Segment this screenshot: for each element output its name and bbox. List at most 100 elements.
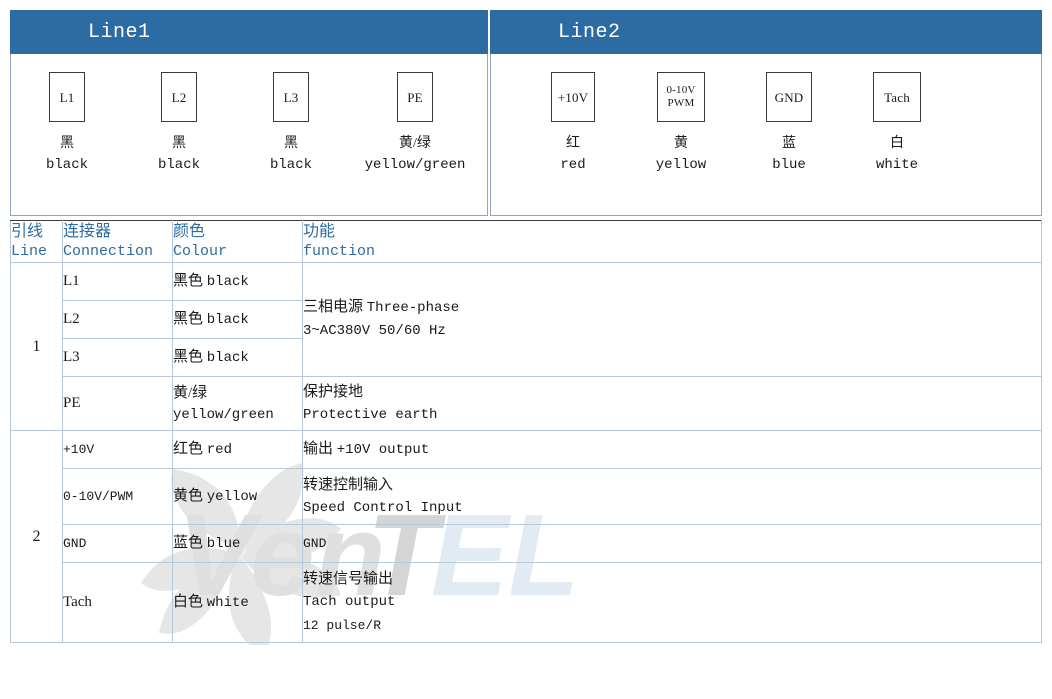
connector-l1-box-label: L1 <box>59 89 75 105</box>
cell-connection-plus10v: +10V <box>62 430 173 469</box>
connector-gnd-box: GND <box>766 72 812 122</box>
cell-colour-l2-cn: 黑色 <box>173 311 204 327</box>
connector-l1-box: L1 <box>49 72 85 122</box>
cell-connection-gnd: GND <box>62 524 173 563</box>
cell-function-gnd: GND <box>302 524 1042 563</box>
panel-line1-title: Line1 <box>88 20 151 44</box>
table-header-row: 引线 Line 连接器 Connection 颜色 Colour 功能 func… <box>10 220 1042 263</box>
panel-line1-body: L1 黑 black L2 黑 black L3 黑 black PE 黄/绿 … <box>10 54 488 216</box>
connector-gnd-colour-en: blue <box>772 157 806 173</box>
column-header-function: 功能 function <box>302 220 1042 263</box>
column-header-colour: 颜色 Colour <box>172 220 303 263</box>
cell-colour-l2: 黑色 black <box>172 300 303 339</box>
column-header-connection-en: Connection <box>63 243 154 260</box>
connector-l2-colour-cn: 黑 <box>172 136 186 151</box>
connector-l3[interactable]: L3 黑 black <box>235 72 347 174</box>
cell-colour-plus10v-cn: 红色 <box>173 441 204 457</box>
cell-colour-tach: 白色 white <box>172 562 303 643</box>
connector-plus10v-colour-cn: 红 <box>566 136 580 151</box>
connector-plus10v-box-label: +10V <box>557 89 589 105</box>
connector-gnd-box-label: GND <box>774 89 804 105</box>
cell-function-pwm-en: Speed Control Input <box>303 499 463 516</box>
panel-line2-body: +10V 红 red 0-10V PWM 黄 yellow GND 蓝 blue… <box>490 54 1042 216</box>
cell-colour-tach-cn: 白色 <box>173 594 204 610</box>
cell-connection-l3: L3 <box>62 338 173 377</box>
connector-pe[interactable]: PE 黄/绿 yellow/green <box>347 72 483 174</box>
connector-l3-colour-cn: 黑 <box>284 136 298 151</box>
connector-l1-colour-cn: 黑 <box>60 136 74 151</box>
cell-function-three-phase-cn: 三相电源 <box>303 299 364 315</box>
cell-connection-tach: Tach <box>62 562 173 643</box>
cell-connection-pwm: 0-10V/PWM <box>62 468 173 525</box>
connector-tach-colour-cn: 白 <box>890 136 904 151</box>
connector-pe-colour-en: yellow/green <box>364 157 466 173</box>
cell-function-three-phase-en: Three-phase <box>366 300 460 316</box>
cell-line-group-1: 1 <box>10 262 63 431</box>
panel-line1-header: Line1 <box>10 10 488 54</box>
panel-line2-title: Line2 <box>558 20 621 44</box>
connector-l3-box: L3 <box>273 72 309 122</box>
column-header-connection-cn: 连接器 <box>63 223 112 240</box>
column-header-line-cn: 引线 <box>11 223 44 240</box>
connector-pwm-box-label-line1: 0-10V <box>666 84 696 96</box>
column-header-function-en: function <box>303 243 376 260</box>
cell-colour-pwm-en: yellow <box>206 489 258 505</box>
connector-tach-colour-en: white <box>875 157 918 173</box>
column-header-function-cn: 功能 <box>303 223 336 240</box>
cell-line-group-2: 2 <box>10 430 63 643</box>
cell-colour-l3-en: black <box>206 350 249 366</box>
connector-pwm[interactable]: 0-10V PWM 黄 yellow <box>627 72 735 174</box>
connector-plus10v-box: +10V <box>551 72 595 122</box>
connector-l1[interactable]: L1 黑 black <box>11 72 123 174</box>
column-header-colour-cn: 颜色 <box>173 223 206 240</box>
connector-overview: Line1 L1 黑 black L2 黑 black L3 黑 black P… <box>10 10 1042 216</box>
cell-colour-gnd: 蓝色 blue <box>172 524 303 563</box>
cell-function-three-phase: 三相电源 Three-phase 3~AC380V 50/60 Hz <box>302 262 1042 377</box>
table-row: 1 L1 黑色 black 三相电源 Three-phase 3~AC380V … <box>10 262 1042 431</box>
line2-connector-group: +10V 红 red 0-10V PWM 黄 yellow GND 蓝 blue… <box>491 54 1041 174</box>
cell-function-plus10v-cn: 输出 <box>303 440 334 457</box>
connector-l3-colour-en: black <box>269 157 312 173</box>
cell-colour-plus10v-en: red <box>206 442 232 458</box>
table-row: 0-10V/PWM 黄色 yellow 转速控制输入 Speed Control… <box>11 468 1042 525</box>
column-header-line: 引线 Line <box>10 220 63 263</box>
cell-function-plus10v: 输出 +10V output <box>302 430 1042 469</box>
connector-gnd[interactable]: GND 蓝 blue <box>735 72 843 174</box>
connector-l2[interactable]: L2 黑 black <box>123 72 235 174</box>
connector-pe-box: PE <box>397 72 433 122</box>
line1-connector-group: L1 黑 black L2 黑 black L3 黑 black PE 黄/绿 … <box>11 54 487 174</box>
cell-function-tach-cn: 转速信号输出 <box>303 571 394 587</box>
cell-function-pwm: 转速控制输入 Speed Control Input <box>302 468 1042 525</box>
connector-tach-box: Tach <box>873 72 921 122</box>
connector-l3-box-label: L3 <box>283 89 299 105</box>
cell-function-pe-en: Protective earth <box>303 406 438 423</box>
table-row: Tach 白色 white 转速信号输出 Tach output 12 puls… <box>11 562 1042 643</box>
connector-pe-box-label: PE <box>407 89 423 105</box>
cell-colour-pe-cn: 黄/绿 <box>173 384 208 401</box>
connector-plus10v[interactable]: +10V 红 red <box>519 72 627 174</box>
table-row: GND 蓝色 blue GND <box>11 524 1042 563</box>
cell-colour-pe-en: yellow/green <box>173 406 274 423</box>
cell-colour-gnd-en: blue <box>206 536 241 552</box>
cell-function-three-phase-spec: 3~AC380V 50/60 Hz <box>303 323 446 339</box>
panel-line1: Line1 L1 黑 black L2 黑 black L3 黑 black P… <box>10 10 488 216</box>
cell-function-plus10v-en: +10V output <box>336 441 430 458</box>
column-header-colour-en: Colour <box>173 243 228 260</box>
cell-function-tach-en: Tach output <box>303 594 396 610</box>
column-header-connection: 连接器 Connection <box>62 220 173 263</box>
panel-line2: Line2 +10V 红 red 0-10V PWM 黄 yellow GND … <box>490 10 1042 216</box>
connector-pwm-colour-cn: 黄 <box>674 136 688 151</box>
connector-gnd-colour-cn: 蓝 <box>782 136 796 151</box>
table-row: PE 黄/绿 yellow/green 保护接地 Protective eart… <box>11 376 1042 431</box>
connector-l2-box-label: L2 <box>171 89 187 105</box>
cell-colour-plus10v: 红色 red <box>172 430 303 469</box>
cell-colour-l1-en: black <box>206 274 249 290</box>
connector-tach-box-label: Tach <box>884 89 910 105</box>
cell-colour-pwm: 黄色 yellow <box>172 468 303 525</box>
connector-pe-colour-cn: 黄/绿 <box>399 136 431 151</box>
cell-colour-tach-en: white <box>206 595 249 611</box>
connector-tach[interactable]: Tach 白 white <box>843 72 951 174</box>
cell-connection-pe: PE <box>62 376 173 431</box>
cell-connection-l1: L1 <box>62 262 173 301</box>
connector-pwm-colour-en: yellow <box>655 157 707 173</box>
